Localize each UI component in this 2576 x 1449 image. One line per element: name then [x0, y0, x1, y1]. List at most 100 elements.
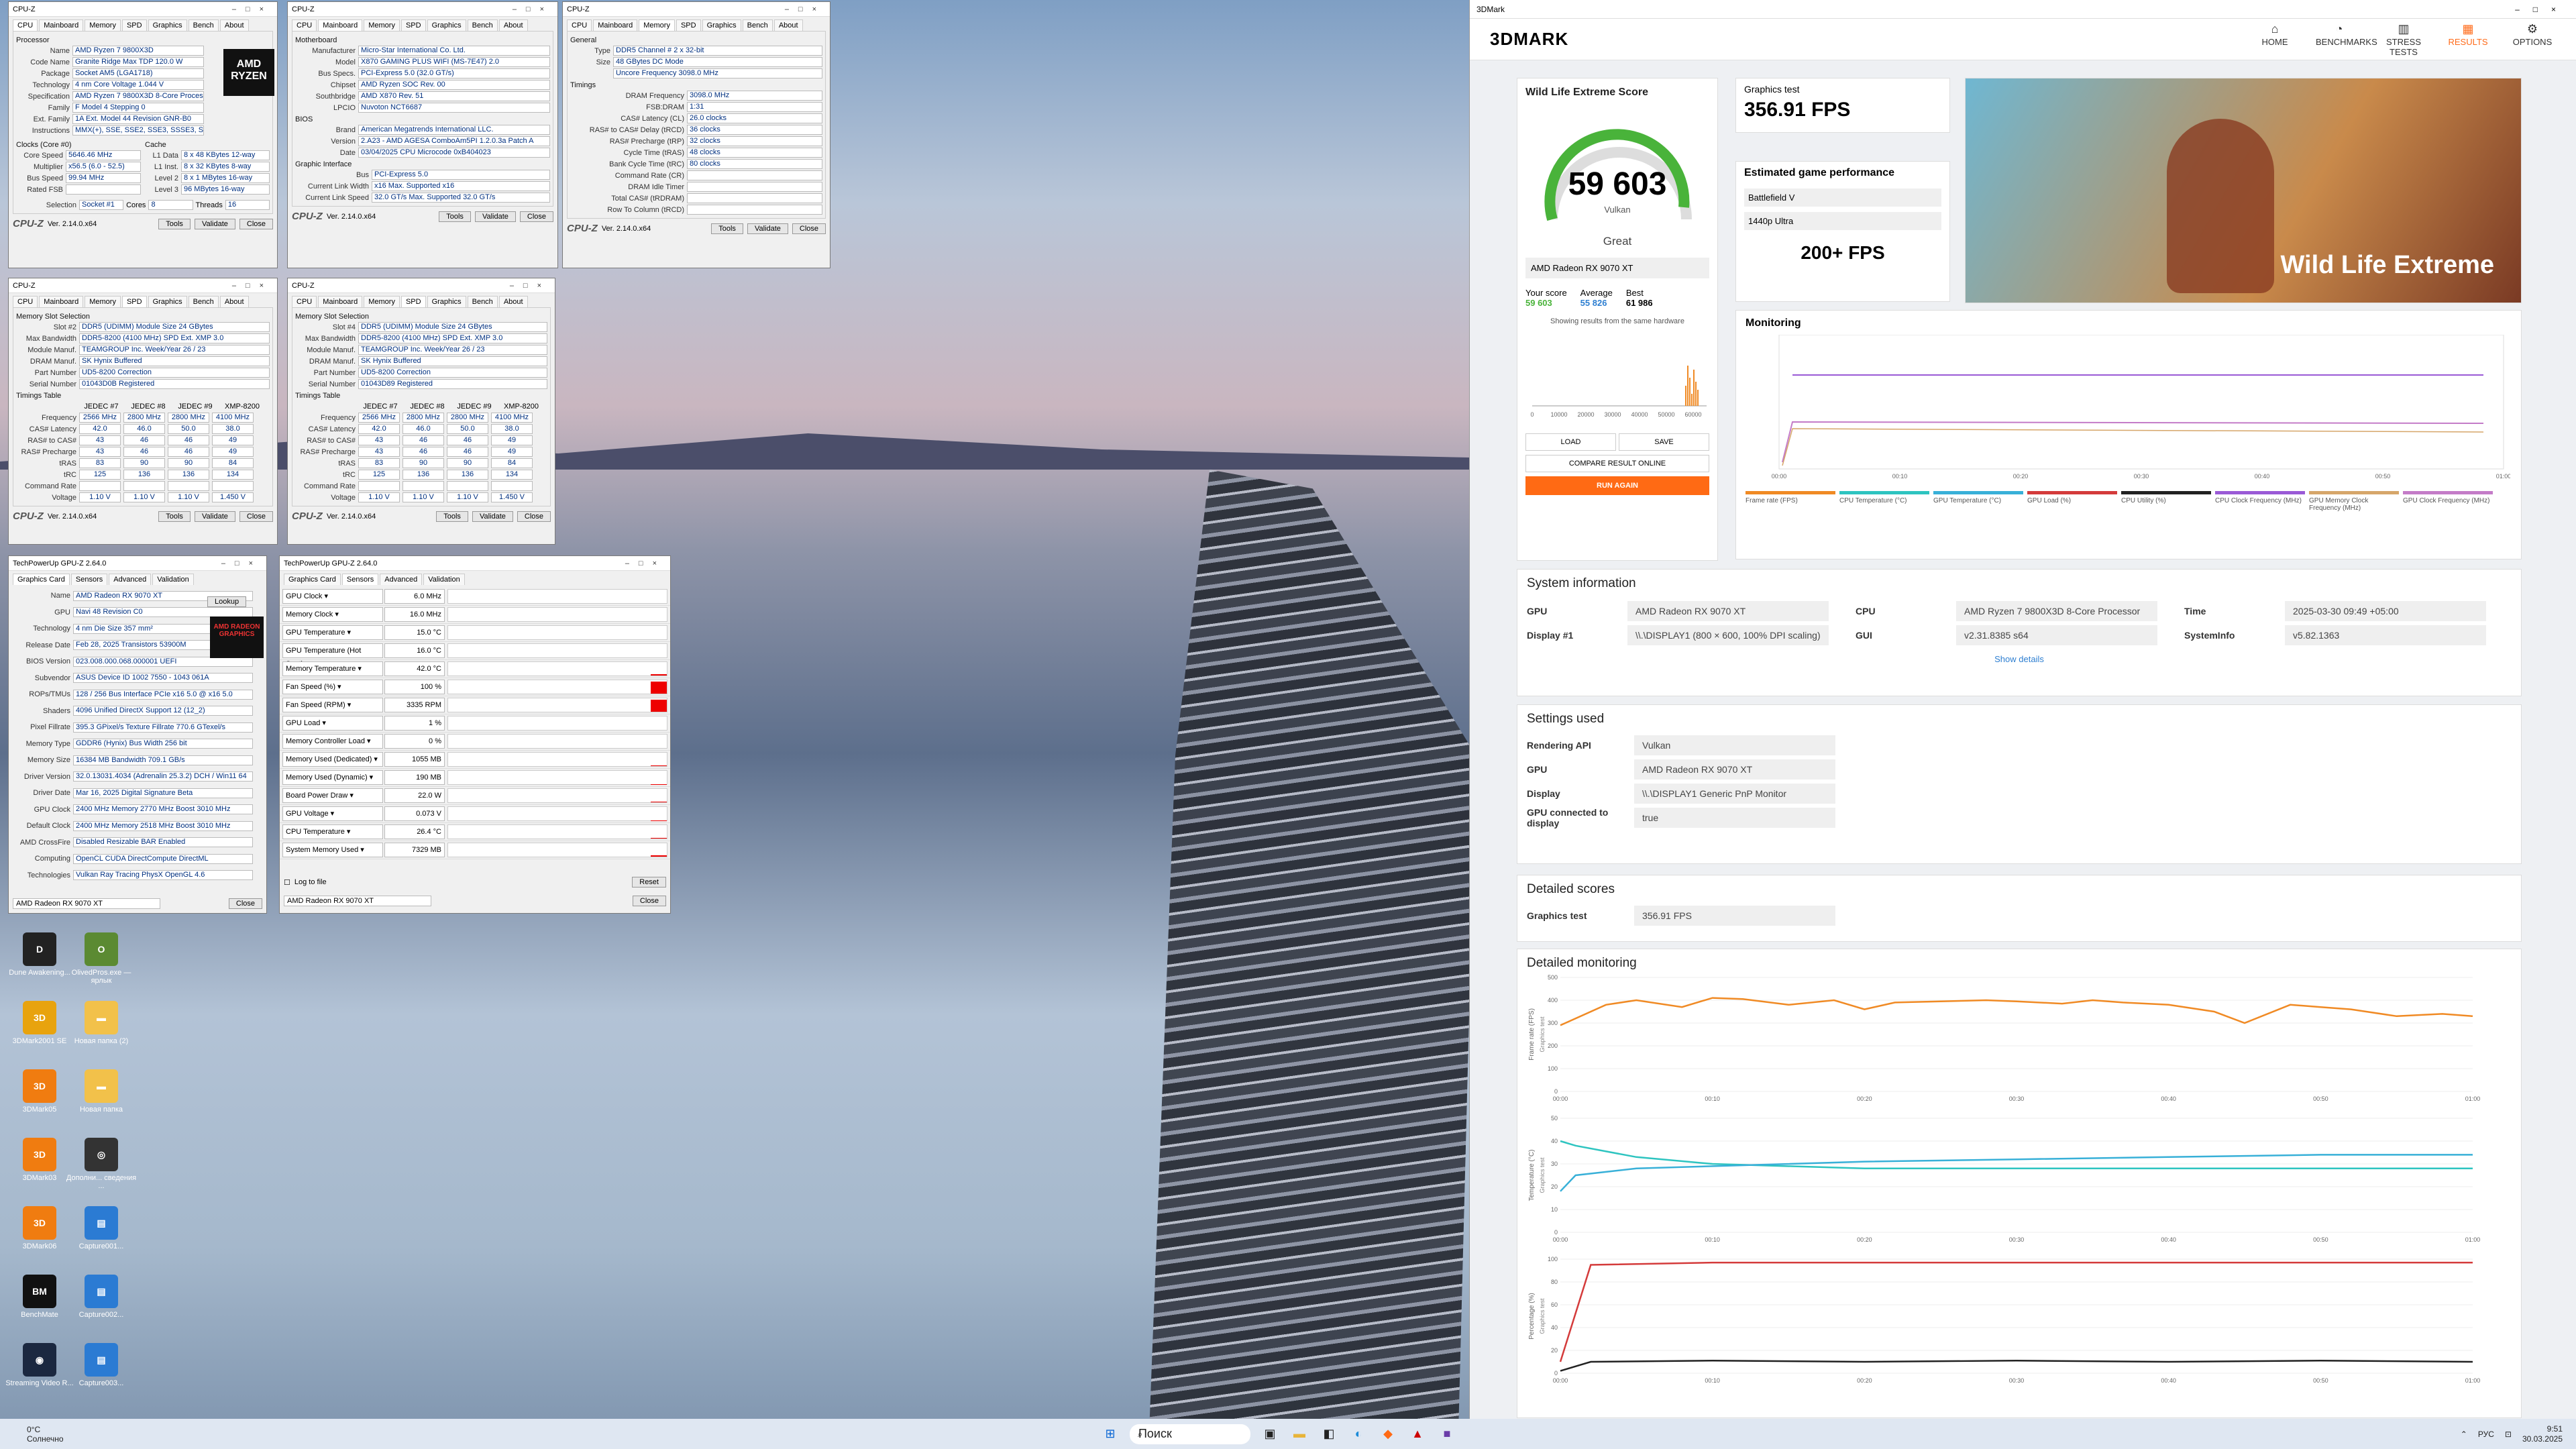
tools-button[interactable]: Tools [439, 211, 471, 222]
close-button[interactable]: Close [239, 218, 273, 229]
tab-cpu[interactable]: CPU [567, 19, 592, 31]
store-icon[interactable]: ◧ [1319, 1424, 1339, 1444]
tab-graphics[interactable]: Graphics [148, 296, 187, 307]
desktop-icon[interactable]: ▬ Новая папка [64, 1069, 138, 1114]
nav-results[interactable]: ▦ RESULTS [2445, 22, 2491, 57]
window-controls[interactable]: –□× [513, 5, 553, 13]
tab-graphics[interactable]: Graphics [148, 19, 187, 31]
validate-button[interactable]: Validate [472, 511, 513, 522]
tab-graphics-card[interactable]: Graphics Card [13, 574, 70, 585]
sensor-name[interactable]: Memory Used (Dynamic) ▾ [282, 770, 383, 785]
tab-memory[interactable]: Memory [364, 19, 400, 31]
3dmark-taskbar-icon[interactable]: ◆ [1378, 1424, 1398, 1444]
sensor-name[interactable]: GPU Load ▾ [282, 716, 383, 731]
log-checkbox[interactable]: ☐ [284, 878, 290, 887]
close-button[interactable]: Close [792, 223, 826, 234]
tab-sensors[interactable]: Sensors [341, 574, 379, 585]
close-button[interactable]: Close [517, 511, 551, 522]
tab-memory[interactable]: Memory [85, 19, 121, 31]
tools-button[interactable]: Tools [711, 223, 743, 234]
window-controls[interactable]: –□× [221, 559, 262, 568]
sensor-name[interactable]: Board Power Draw ▾ [282, 788, 383, 803]
lookup-button[interactable]: Lookup [207, 596, 247, 607]
tab-cpu[interactable]: CPU [292, 296, 317, 307]
tab-spd[interactable]: SPD [121, 296, 147, 307]
gpuz-taskbar-icon[interactable]: ▲ [1407, 1424, 1428, 1444]
load-button[interactable]: LOAD [1525, 433, 1616, 451]
window-controls[interactable]: –□× [232, 282, 273, 290]
desktop-icon[interactable]: ▤ Capture003... [64, 1343, 138, 1387]
tab-about[interactable]: About [219, 19, 249, 31]
gpu-select[interactable]: AMD Radeon RX 9070 XT [13, 898, 160, 909]
desktop-icon[interactable]: ▤ Capture002... [64, 1275, 138, 1319]
tab-mainboard[interactable]: Mainboard [39, 19, 84, 31]
run-again-button[interactable]: RUN AGAIN [1525, 476, 1709, 495]
validate-button[interactable]: Validate [194, 218, 235, 229]
window-controls[interactable]: –□× [625, 559, 666, 568]
reset-button[interactable]: Reset [632, 877, 666, 888]
sensor-name[interactable]: Memory Clock ▾ [282, 607, 383, 622]
tab-sensors[interactable]: Sensors [70, 574, 108, 585]
tools-button[interactable]: Tools [158, 511, 191, 522]
tab-graphics-card[interactable]: Graphics Card [284, 574, 341, 585]
tab-spd[interactable]: SPD [400, 19, 426, 31]
validate-button[interactable]: Validate [194, 511, 235, 522]
sensor-name[interactable]: GPU Voltage ▾ [282, 806, 383, 821]
close-button[interactable]: Close [519, 211, 553, 222]
gpu-select[interactable]: AMD Radeon RX 9070 XT [284, 896, 431, 906]
tab-about[interactable]: About [773, 19, 803, 31]
tab-about[interactable]: About [498, 19, 528, 31]
save-button[interactable]: SAVE [1619, 433, 1709, 451]
tab-mainboard[interactable]: Mainboard [318, 296, 363, 307]
tab-memory[interactable]: Memory [639, 19, 675, 31]
sensor-name[interactable]: Memory Controller Load ▾ [282, 734, 383, 749]
tab-spd[interactable]: SPD [121, 19, 147, 31]
tab-bench[interactable]: Bench [467, 296, 498, 307]
network-icon[interactable]: ⊡ [2505, 1430, 2512, 1439]
validate-button[interactable]: Validate [474, 211, 516, 222]
tab-advanced[interactable]: Advanced [380, 574, 423, 585]
socket-select[interactable]: Socket #1 [79, 200, 124, 210]
tab-graphics[interactable]: Graphics [427, 296, 466, 307]
window-controls[interactable]: –□× [785, 5, 826, 13]
tab-validation[interactable]: Validation [152, 574, 194, 585]
tab-memory[interactable]: Memory [364, 296, 400, 307]
window-controls[interactable]: –□× [2515, 5, 2569, 14]
clock[interactable]: 9:51 30.03.2025 [2522, 1424, 2563, 1444]
compare-online-button[interactable]: COMPARE RESULT ONLINE [1525, 455, 1709, 472]
tab-cpu[interactable]: CPU [13, 296, 38, 307]
nav-benchmarks[interactable]: ◔ BENCHMARKS [2316, 22, 2377, 57]
desktop-icon[interactable]: ▤ Capture001... [64, 1206, 138, 1250]
close-button[interactable]: Close [239, 511, 273, 522]
nav-home[interactable]: ⌂ HOME [2251, 22, 2298, 57]
sensor-name[interactable]: GPU Temperature (Hot Spot) ▾ [282, 643, 383, 668]
validate-button[interactable]: Validate [747, 223, 788, 234]
tab-advanced[interactable]: Advanced [109, 574, 152, 585]
nav-stress-tests[interactable]: ▥ STRESS TESTS [2380, 22, 2427, 57]
nav-options[interactable]: ⚙ OPTIONS [2509, 22, 2556, 57]
game-select[interactable]: Battlefield V [1744, 189, 1941, 207]
tab-validation[interactable]: Validation [423, 574, 465, 585]
file-explorer-icon[interactable]: ▬ [1289, 1424, 1309, 1444]
start-icon[interactable]: ⊞ [1100, 1424, 1120, 1444]
sensor-name[interactable]: Fan Speed (%) ▾ [282, 680, 383, 694]
tab-memory[interactable]: Memory [85, 296, 121, 307]
weather-temp[interactable]: 0°C [27, 1425, 64, 1434]
tab-bench[interactable]: Bench [467, 19, 498, 31]
desktop-icon[interactable]: ▬ Новая папка (2) [64, 1001, 138, 1045]
tray-chevron-icon[interactable]: ⌃ [2461, 1430, 2467, 1439]
sensor-name[interactable]: Fan Speed (RPM) ▾ [282, 698, 383, 712]
task-view-icon[interactable]: ▣ [1260, 1424, 1280, 1444]
tab-mainboard[interactable]: Mainboard [318, 19, 363, 31]
tab-cpu[interactable]: CPU [13, 19, 38, 31]
tab-bench[interactable]: Bench [188, 296, 219, 307]
desktop-icon[interactable]: O OlivedPros.exe — ярлык [64, 932, 138, 985]
tab-bench[interactable]: Bench [188, 19, 219, 31]
tab-mainboard[interactable]: Mainboard [593, 19, 638, 31]
language-indicator[interactable]: РУС [2478, 1430, 2494, 1439]
tab-spd[interactable]: SPD [676, 19, 701, 31]
sensor-name[interactable]: Memory Temperature ▾ [282, 661, 383, 676]
edge-icon[interactable]: ◐ [1348, 1424, 1368, 1444]
tools-button[interactable]: Tools [158, 218, 191, 229]
show-details-link[interactable]: Show details [1527, 654, 2512, 664]
